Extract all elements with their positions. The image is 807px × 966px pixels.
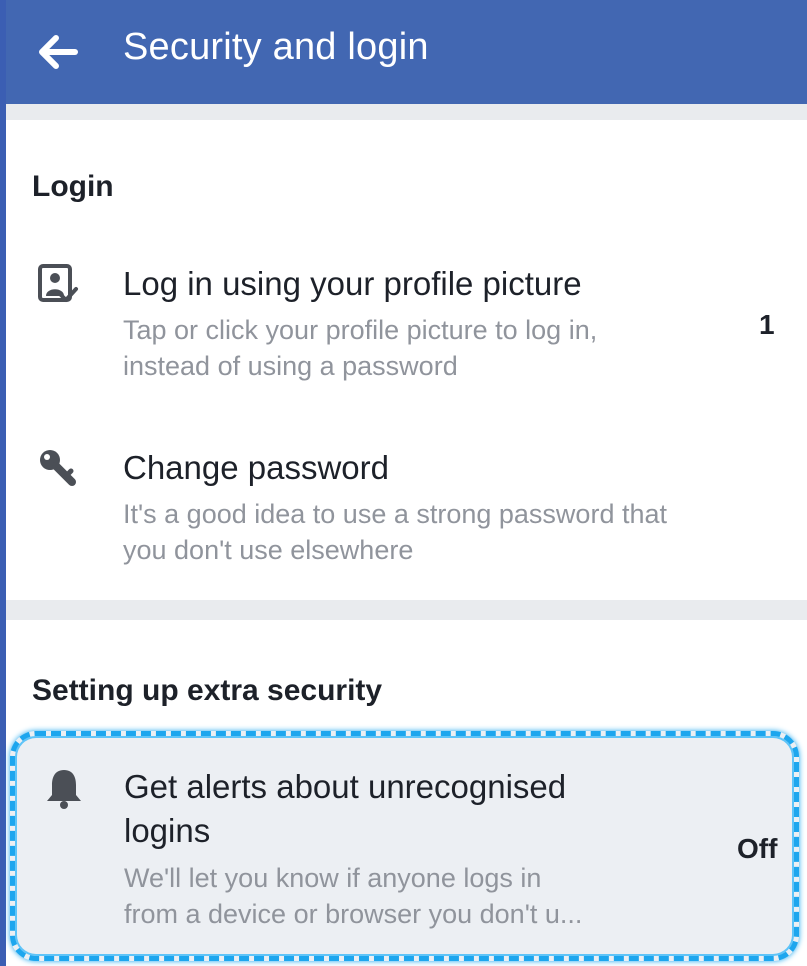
- row-subtitle: Tap or click your profile picture to log…: [123, 315, 598, 345]
- profile-picture-login-icon: [38, 264, 78, 302]
- unrecognised-logins-alert-row[interactable]: Get alerts about unrecognised logins We'…: [10, 731, 799, 961]
- security-login-screen: Security and login Login Log in using yo…: [6, 0, 807, 966]
- app-header: Security and login: [6, 0, 807, 104]
- arrow-left-icon: [39, 35, 78, 69]
- section-title-extra-security: Setting up extra security: [32, 674, 383, 707]
- row-subtitle: you don't use elsewhere: [123, 535, 414, 565]
- row-subtitle: from a device or browser you don't u...: [124, 899, 583, 929]
- profile-count-value: 1: [759, 309, 775, 340]
- change-password-row[interactable]: Change password It's a good idea to use …: [6, 440, 807, 580]
- row-title: Get alerts about unrecognised: [124, 768, 567, 805]
- row-subtitle: We'll let you know if anyone logs in: [124, 863, 542, 893]
- section-title-login: Login: [32, 170, 114, 203]
- row-subtitle: instead of using a password: [123, 351, 458, 381]
- profile-picture-login-row[interactable]: Log in using your profile picture Tap or…: [6, 256, 807, 406]
- back-button[interactable]: [34, 28, 82, 76]
- page-title: Security and login: [123, 26, 429, 68]
- alerts-status-value: Off: [737, 833, 778, 864]
- bell-icon: [47, 770, 81, 809]
- section-divider: [6, 600, 807, 620]
- row-title: logins: [124, 812, 211, 849]
- row-title: Log in using your profile picture: [123, 265, 582, 302]
- section-divider: [6, 104, 807, 120]
- key-icon: [40, 450, 76, 486]
- row-subtitle: It's a good idea to use a strong passwor…: [123, 499, 667, 529]
- row-title: Change password: [123, 449, 389, 486]
